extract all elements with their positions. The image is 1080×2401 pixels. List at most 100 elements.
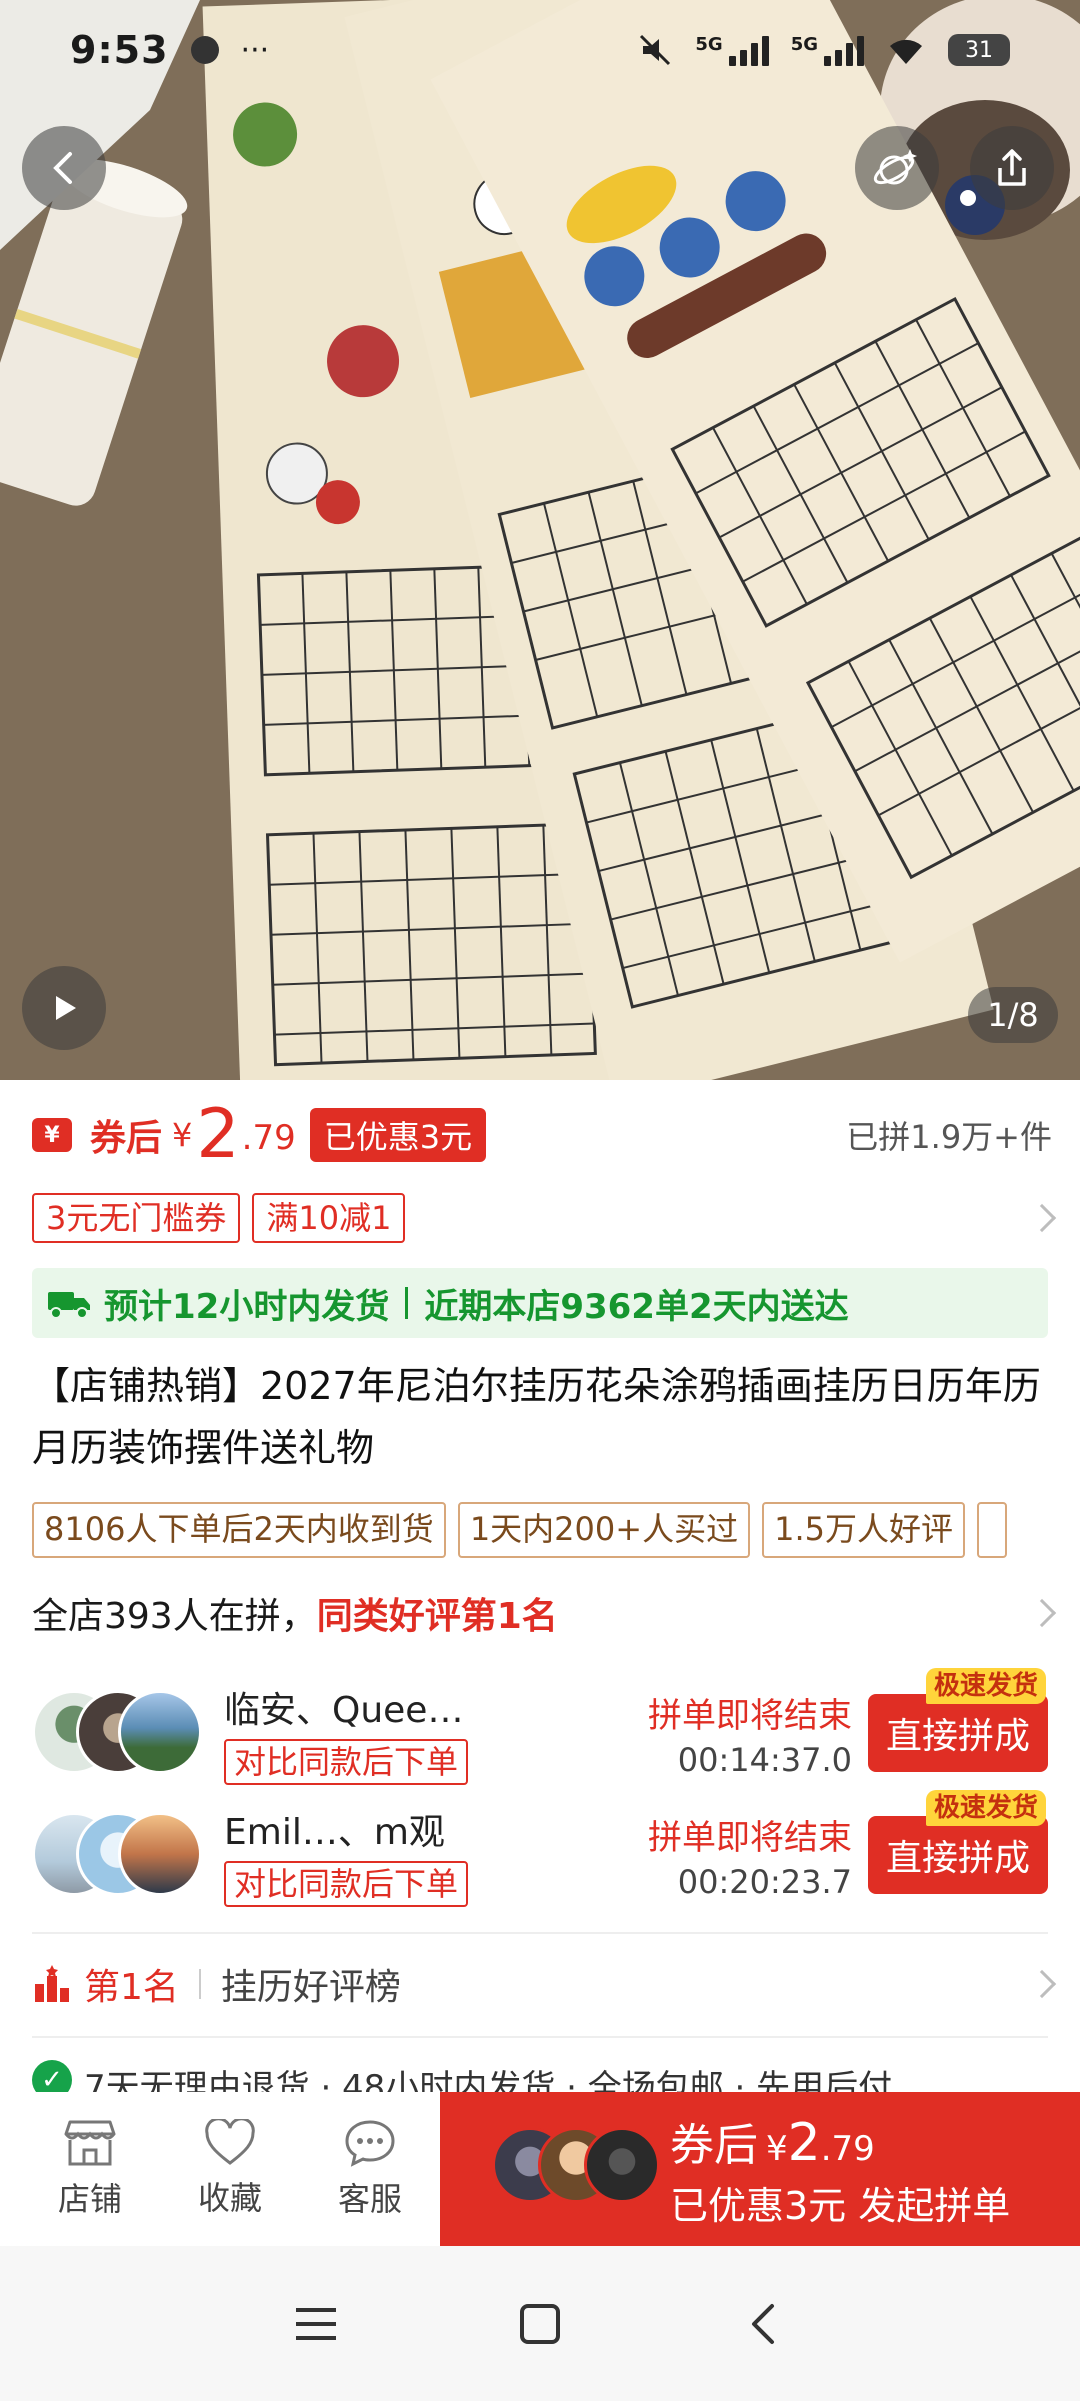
more-notifications-icon: ··· (240, 32, 270, 68)
group-ending-label: 拼单即将结束 (648, 1817, 852, 1858)
ranking-row[interactable]: 第1名 挂历好评榜 (32, 1952, 1057, 2016)
group-countdown: 00:14:37.0 (677, 1740, 852, 1779)
signal-icon: 5G (695, 34, 769, 66)
shipping-estimate: 预计12小时内发货 (104, 1286, 390, 1327)
info-tag: 1天内200+人买过 (457, 1502, 751, 1558)
network-type-label: 5G (695, 34, 723, 55)
status-time: 9:53 (70, 28, 169, 72)
recent-apps-icon[interactable] (294, 2304, 338, 2344)
sparkle-planet-icon (873, 149, 917, 185)
join-group-button[interactable]: 直接拼成 极速发货 (868, 1668, 1048, 1772)
back-icon[interactable] (742, 2302, 786, 2346)
store-icon (64, 2120, 116, 2166)
chat-bubble-icon (345, 2120, 395, 2167)
mute-icon (640, 34, 671, 66)
notification-icon (190, 36, 219, 64)
group-buy-row: Emil…、m观 对比同款后下单 拼单即将结束 00:20:23.7 直接拼成 … (32, 1790, 1048, 1910)
avatar-group (32, 1690, 202, 1776)
cta-price-decimal: .79 (820, 2128, 875, 2169)
store-button[interactable]: 店铺 (30, 2092, 150, 2246)
delivery-truck-icon (48, 1292, 90, 1319)
shipping-recent: 近期本店9362单2天内送达 (424, 1286, 849, 1327)
coupon-chip[interactable]: 3元无门槛券 (32, 1193, 241, 1243)
group-summary[interactable]: 全店393人在拼， 同类好评第1名 (32, 1582, 1057, 1644)
join-group-label: 直接拼成 (885, 1838, 1030, 1879)
customer-service-button[interactable]: 客服 (310, 2092, 430, 2246)
share-icon (998, 149, 1026, 186)
compare-button[interactable]: 对比同款后下单 (224, 1861, 469, 1907)
group-ending-label: 拼单即将结束 (648, 1695, 852, 1736)
product-title: 【店铺热销】2027年尼泊尔挂历花朵涂鸦插画挂历日历年历月历装饰摆件送礼物 (32, 1364, 1041, 1470)
share-button[interactable] (970, 126, 1054, 210)
group-countdown: 00:20:23.7 (677, 1862, 852, 1901)
info-tag: 8106人下单后2天内收到货 (32, 1502, 446, 1558)
fast-shipping-badge: 极速发货 (925, 1668, 1046, 1704)
check-icon: ✓ (32, 2060, 72, 2094)
bottom-action-bar: 店铺 收藏 客服 券后 ¥ 2 .79 已优惠3元 发起拼单 (0, 2092, 1080, 2246)
cta-price-integer: 2 (787, 2112, 821, 2173)
chevron-right-icon (1027, 1969, 1057, 1999)
price-decimal: .79 (241, 1118, 296, 1158)
group-summary-prefix: 全店393人在拼， (32, 1596, 317, 1637)
avatar-group (492, 2127, 662, 2209)
group-summary-highlight: 同类好评第1名 (316, 1596, 558, 1637)
play-video-button[interactable] (22, 966, 106, 1050)
product-image-carousel[interactable]: 9:53 ··· 5G 5G 31 1/8 (0, 0, 1080, 1080)
price-integer: 2 (196, 1095, 240, 1174)
fast-shipping-badge: 极速发货 (925, 1790, 1046, 1826)
ranking-chart-icon (35, 1965, 69, 2002)
service-guarantee-text: 7天无理由退货 · 48小时内发货 · 全场包邮 · 先用后付 (84, 2068, 893, 2094)
compare-button[interactable]: 对比同款后下单 (224, 1739, 469, 1785)
shipping-banner: 预计12小时内发货 近期本店9362单2天内送达 (32, 1268, 1048, 1338)
battery-icon: 31 (948, 34, 1010, 66)
rank-label: 第1名 (84, 1967, 179, 2008)
start-group-buy-button[interactable]: 券后 ¥ 2 .79 已优惠3元 发起拼单 (440, 2092, 1080, 2246)
price-currency: ¥ (172, 1116, 193, 1154)
separator (198, 1969, 201, 1999)
favorite-button[interactable]: 收藏 (170, 2092, 290, 2246)
sold-count: 已拼1.9万+件 (846, 1118, 1052, 1156)
cta-currency: ¥ (766, 2128, 788, 2169)
status-bar: 9:53 ··· 5G 5G 31 (0, 0, 1080, 100)
avatar (118, 1690, 202, 1774)
service-guarantee-row[interactable]: ✓ 7天无理由退货 · 48小时内发货 · 全场包邮 · 先用后付 (32, 2060, 1052, 2094)
coupon-row[interactable]: 3元无门槛券 满10减1 (32, 1192, 1057, 1244)
cta-subtitle: 已优惠3元 发起拼单 (670, 2183, 1011, 2228)
favorite-label: 收藏 (197, 2179, 262, 2217)
price-row: ¥ 券后 ¥ 2 .79 已优惠3元 已拼1.9万+件 (32, 1100, 1052, 1170)
system-nav-bar (0, 2246, 1080, 2401)
home-icon[interactable] (518, 2302, 562, 2346)
group-member-names: Emil…、m观 (224, 1812, 445, 1853)
wifi-icon (890, 39, 922, 64)
network-type-label: 5G (790, 34, 818, 55)
heart-icon (205, 2119, 255, 2165)
coupon-yen-icon: ¥ (32, 1118, 72, 1152)
avatar-group (32, 1812, 202, 1898)
price-label: 券后 (90, 1118, 163, 1159)
back-button[interactable] (22, 126, 106, 210)
divider (32, 1932, 1048, 1934)
discount-badge: 已优惠3元 (309, 1108, 487, 1162)
image-counter: 1/8 (968, 987, 1058, 1043)
info-tag: 1.5万人好评 (762, 1502, 965, 1558)
cta-price-label: 券后 (670, 2119, 758, 2171)
divider (32, 2036, 1048, 2038)
chevron-right-icon (1027, 1203, 1057, 1233)
rank-board: 挂历好评榜 (220, 1967, 401, 2008)
signal-icon: 5G (791, 34, 864, 66)
coupon-chip[interactable]: 满10减1 (252, 1193, 406, 1243)
group-member-names: 临安、Quee… (224, 1690, 464, 1731)
avatar (118, 1812, 202, 1896)
join-group-button[interactable]: 直接拼成 极速发货 (868, 1790, 1048, 1894)
group-buy-row: 临安、Quee… 对比同款后下单 拼单即将结束 00:14:37.0 直接拼成 … (32, 1668, 1048, 1788)
chevron-left-icon (53, 152, 72, 184)
tag-row: 8106人下单后2天内收到货 1天内200+人买过 1.5万人好评 (32, 1502, 1080, 1558)
play-icon (56, 996, 76, 1020)
service-label: 客服 (337, 2180, 402, 2218)
ai-assistant-button[interactable] (855, 126, 939, 210)
avatar (584, 2127, 660, 2203)
chevron-right-icon (1027, 1598, 1057, 1628)
join-group-label: 直接拼成 (885, 1716, 1030, 1757)
store-label: 店铺 (57, 2180, 122, 2218)
info-tag (976, 1502, 1007, 1558)
